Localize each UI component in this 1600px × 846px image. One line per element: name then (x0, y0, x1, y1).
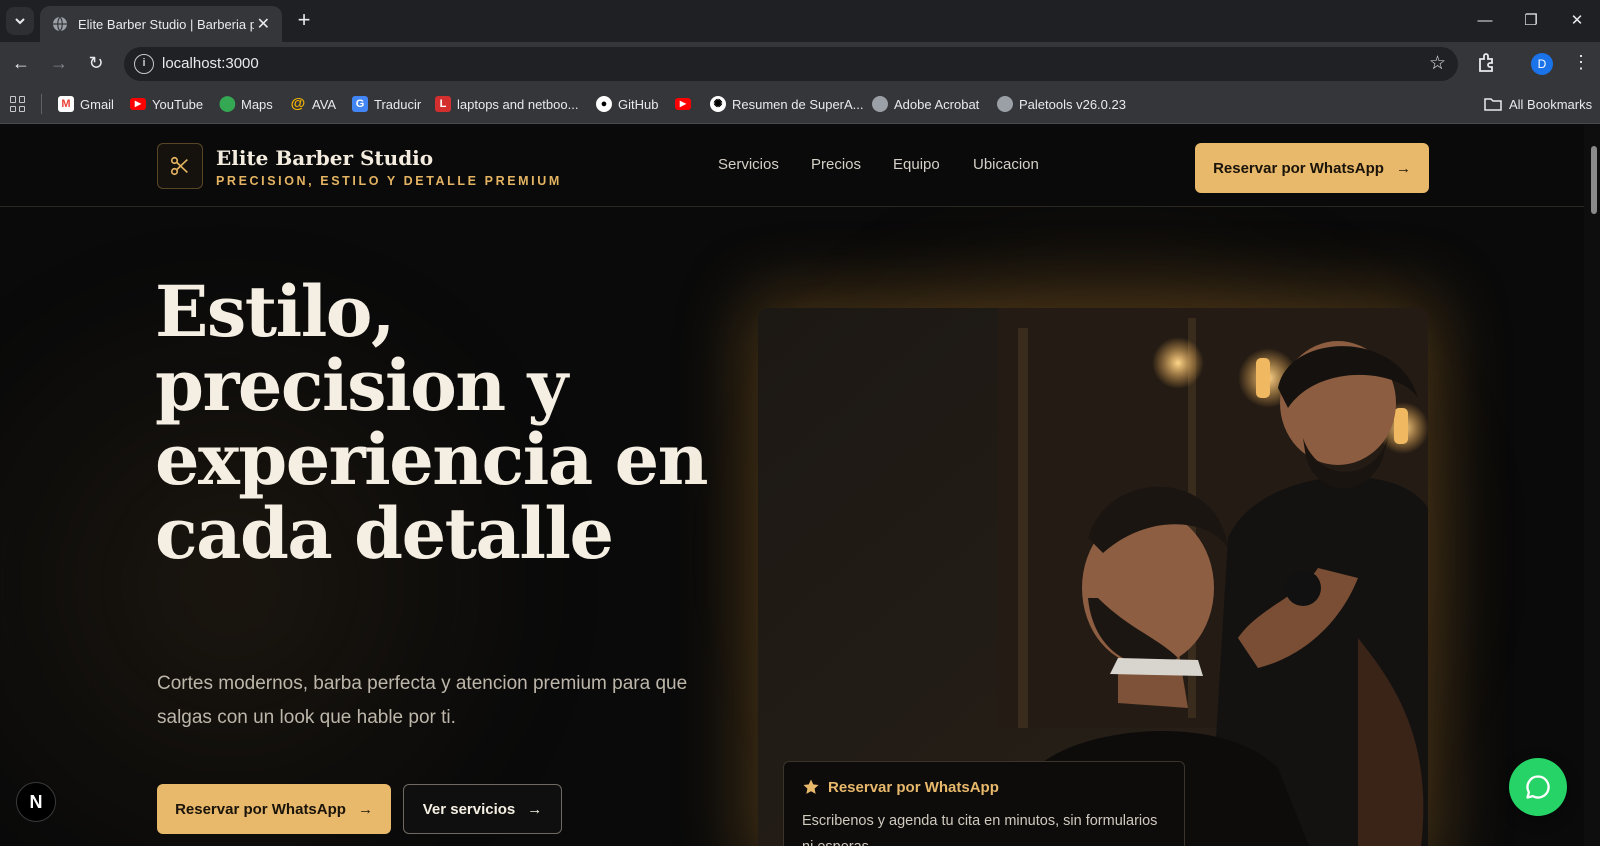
page-scrollbar[interactable] (1584, 125, 1600, 846)
card-title-row: Reservar por WhatsApp (802, 778, 1166, 796)
translate-icon: G (352, 96, 368, 112)
l-icon: L (435, 96, 451, 112)
youtube-icon: ▶ (675, 98, 691, 110)
arrow-right-icon: → (527, 800, 543, 818)
bookmark-laptops[interactable]: Llaptops and netboo... (435, 95, 578, 113)
browser-menu-icon[interactable]: ⋮ (1572, 52, 1590, 73)
globe-icon (872, 96, 888, 112)
view-services-button[interactable]: Ver servicios → (403, 784, 562, 834)
bookmark-adobe-acrobat[interactable]: Adobe Acrobat (872, 95, 979, 113)
bookmark-star-icon[interactable]: ☆ (1429, 52, 1446, 75)
close-window-button[interactable]: ✕ (1554, 8, 1600, 34)
nav-precios[interactable]: Precios (811, 156, 861, 173)
url-text[interactable]: localhost:3000 (162, 55, 259, 72)
new-tab-button[interactable]: + (292, 9, 316, 33)
github-icon: ● (596, 96, 612, 112)
bookmark-github[interactable]: ● GitHub (596, 95, 658, 113)
arrow-right-icon: → (357, 800, 373, 818)
site-header: Elite Barber Studio PRECISION, ESTILO Y … (0, 125, 1584, 207)
scrollbar-thumb[interactable] (1591, 146, 1597, 214)
bookmark-youtube-2[interactable]: ▶ (675, 95, 697, 113)
restore-button[interactable]: ❐ (1508, 8, 1554, 34)
chevron-down-icon (15, 18, 25, 25)
arrow-right-icon: → (1395, 159, 1411, 177)
bookmark-gmail[interactable]: M Gmail (58, 95, 114, 113)
nav-servicios[interactable]: Servicios (718, 156, 779, 173)
primary-cta-label: Reservar por WhatsApp (175, 800, 346, 818)
browser-tab[interactable]: Elite Barber Studio | Barberia pr ✕ (40, 6, 282, 42)
bookmark-superai[interactable]: ✺ Resumen de SuperA... (710, 95, 864, 113)
bookmark-youtube[interactable]: ▶ YouTube (130, 95, 203, 113)
brand-tagline: PRECISION, ESTILO Y DETALLE PREMIUM (216, 174, 562, 188)
nav-equipo[interactable]: Equipo (893, 156, 940, 173)
tab-title: Elite Barber Studio | Barberia pr (78, 16, 254, 32)
bookmark-ava[interactable]: @ AVA (290, 95, 336, 113)
bookmarks-bar: M Gmail ▶ YouTube ⬤ Maps @ AVA G Traducir Lla… (0, 84, 1600, 124)
back-button[interactable]: ← (9, 51, 33, 75)
hero-subtitle: Cortes modernos, barba perfecta y atenci… (157, 673, 688, 728)
whatsapp-info-card: Reservar por WhatsApp Escribenos y agend… (783, 761, 1185, 846)
all-bookmarks[interactable]: All Bookmarks (1484, 95, 1592, 113)
reload-button[interactable]: ↻ (84, 51, 108, 75)
whatsapp-floating-button[interactable] (1509, 758, 1567, 816)
close-tab-icon[interactable]: ✕ (257, 14, 270, 34)
card-text: Escribenos y agenda tu cita en minutos, … (802, 813, 1158, 846)
openai-icon: ✺ (710, 96, 726, 112)
logo[interactable] (157, 143, 203, 189)
brand-name[interactable]: Elite Barber Studio (216, 146, 433, 170)
bookmark-maps[interactable]: ⬤ Maps (219, 95, 273, 113)
header-whatsapp-button[interactable]: Reservar por WhatsApp → (1195, 143, 1429, 193)
address-bar[interactable]: i localhost:3000 ☆ (124, 47, 1458, 81)
secondary-cta-label: Ver servicios (422, 800, 516, 818)
bookmarks-separator (41, 94, 42, 114)
forward-button[interactable]: → (47, 51, 71, 75)
tab-search-button[interactable] (6, 7, 34, 35)
scissors-icon (170, 156, 188, 176)
gmail-icon: M (58, 96, 74, 112)
browser-toolbar: ← → ↻ i localhost:3000 ☆ (0, 42, 1600, 84)
youtube-icon: ▶ (130, 98, 146, 110)
site-info-icon[interactable]: i (134, 54, 154, 74)
profile-avatar[interactable]: D (1531, 53, 1553, 75)
browser-tab-bar: Elite Barber Studio | Barberia pr ✕ + — … (0, 0, 1600, 42)
apps-grid-icon[interactable] (10, 96, 26, 112)
nextjs-dev-badge[interactable]: N (16, 782, 56, 822)
chat-bubble-icon (1526, 775, 1550, 799)
bookmark-paletools[interactable]: Paletools v26.0.23 (997, 95, 1126, 113)
globe-icon (997, 96, 1013, 112)
hero-whatsapp-button[interactable]: Reservar por WhatsApp → (157, 784, 391, 834)
hero-title: Estilo, precision y experiencia en cada … (155, 270, 709, 575)
star-icon (803, 779, 819, 794)
header-cta-label: Reservar por WhatsApp (1213, 159, 1384, 177)
extensions-icon[interactable] (1476, 52, 1498, 74)
folder-icon (1484, 98, 1502, 111)
at-icon: @ (290, 95, 306, 112)
minimize-button[interactable]: — (1462, 8, 1508, 34)
globe-icon (53, 16, 67, 32)
bookmark-traducir[interactable]: G Traducir (352, 95, 421, 113)
web-page: Elite Barber Studio PRECISION, ESTILO Y … (0, 125, 1584, 846)
nav-ubicacion[interactable]: Ubicacion (973, 156, 1039, 173)
card-title: Reservar por WhatsApp (828, 778, 999, 796)
maps-icon: ⬤ (219, 95, 236, 112)
